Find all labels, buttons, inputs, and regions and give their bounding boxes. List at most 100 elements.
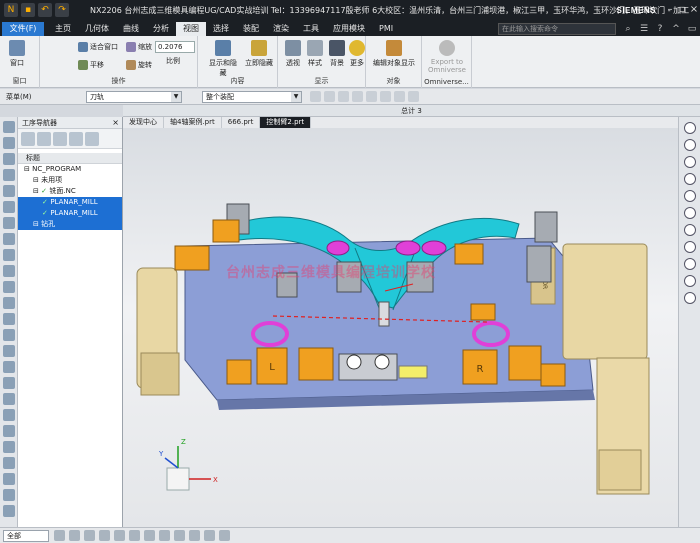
- help-icon[interactable]: ?: [654, 23, 666, 35]
- roles-icon[interactable]: [2, 185, 15, 197]
- filter-icon[interactable]: [85, 132, 99, 146]
- ribbon-tab[interactable]: 视图: [176, 22, 206, 36]
- select-feature-icon[interactable]: [54, 530, 65, 541]
- snap-point-icon[interactable]: [159, 530, 170, 541]
- more-button[interactable]: 更多: [346, 40, 368, 68]
- constraint-icon[interactable]: [2, 137, 15, 149]
- method-view-icon[interactable]: [69, 132, 83, 146]
- undo-icon[interactable]: ↶: [38, 3, 52, 17]
- camera-icon[interactable]: [683, 292, 696, 304]
- type-filter-select[interactable]: 刀轨 ▼: [86, 91, 182, 103]
- tree-row[interactable]: ✓ PLANAR_MILL: [18, 208, 122, 219]
- zoom-button[interactable]: 缩放: [126, 42, 152, 52]
- ribbon-tab[interactable]: 渲染: [266, 22, 296, 36]
- lasso-icon[interactable]: [352, 91, 363, 102]
- hand-icon[interactable]: [683, 122, 696, 134]
- ribbon-tab[interactable]: PMI: [372, 22, 400, 36]
- camera-icon[interactable]: [2, 473, 15, 485]
- save-icon[interactable]: ▪: [21, 3, 35, 17]
- window-icon[interactable]: ▭: [686, 23, 698, 35]
- select-icon[interactable]: [338, 91, 349, 102]
- add-icon[interactable]: [683, 241, 696, 253]
- history-icon[interactable]: [2, 121, 15, 133]
- minimize-icon[interactable]: –: [664, 4, 676, 16]
- command-search-input[interactable]: 在此输入搜索命令: [498, 23, 616, 35]
- library-icon[interactable]: [2, 329, 15, 341]
- pan-button[interactable]: 平移: [78, 60, 104, 70]
- wcs-icon[interactable]: [380, 91, 391, 102]
- view-icon[interactable]: [324, 91, 335, 102]
- zoom-scale-input[interactable]: 0.2076: [155, 41, 195, 53]
- ribbon-tab[interactable]: 分析: [146, 22, 176, 36]
- lock-icon[interactable]: [683, 275, 696, 287]
- measure-icon[interactable]: [204, 530, 215, 541]
- select-body-icon[interactable]: [69, 530, 80, 541]
- play-icon[interactable]: [683, 173, 696, 185]
- select-curve-icon[interactable]: [129, 530, 140, 541]
- ops-icon[interactable]: [2, 249, 15, 261]
- tool-icon[interactable]: [2, 393, 15, 405]
- graphics-viewport[interactable]: MOTOR L R: [123, 128, 678, 527]
- filter-icon[interactable]: [219, 530, 230, 541]
- edit-object-display-button[interactable]: 编辑对象显示: [370, 40, 418, 68]
- palette-icon[interactable]: [2, 441, 15, 453]
- tree-row[interactable]: ✓ PLANAR_MILL: [18, 197, 122, 208]
- ribbon-tab[interactable]: 应用模块: [326, 22, 372, 36]
- close-icon[interactable]: ×: [112, 117, 119, 129]
- tree-row[interactable]: ⊟ 钻孔: [18, 219, 122, 230]
- redo-icon[interactable]: ↷: [55, 3, 69, 17]
- fit-window-button[interactable]: 适合窗口: [78, 42, 118, 52]
- show-hide-button[interactable]: 显示和隐藏: [206, 40, 240, 78]
- rotate-button[interactable]: 旋转: [126, 60, 152, 70]
- hide-now-button[interactable]: 立即隐藏: [244, 40, 274, 68]
- settings-icon[interactable]: [408, 91, 419, 102]
- expand-icon[interactable]: ⊟: [24, 165, 32, 173]
- close-icon[interactable]: ×: [688, 4, 700, 16]
- filter-icon[interactable]: [394, 91, 405, 102]
- view-icon[interactable]: [2, 377, 15, 389]
- program-view-icon[interactable]: [21, 132, 35, 146]
- geometry-view-icon[interactable]: [53, 132, 67, 146]
- collapse-ribbon-icon[interactable]: ^: [670, 23, 682, 35]
- ribbon-tab[interactable]: 装配: [236, 22, 266, 36]
- part-icon[interactable]: [2, 233, 15, 245]
- navigator-icon[interactable]: [2, 153, 15, 165]
- tree-row[interactable]: ⊟ 未用项: [18, 175, 122, 186]
- layer-icon[interactable]: [2, 281, 15, 293]
- document-tab[interactable]: 控制臂2.prt: [260, 117, 312, 128]
- options-icon[interactable]: ☰: [638, 23, 650, 35]
- fit-view-icon[interactable]: [366, 91, 377, 102]
- ribbon-tab[interactable]: 选择: [206, 22, 236, 36]
- selection-filter-select[interactable]: 全部: [3, 530, 49, 542]
- hide-icon[interactable]: [683, 139, 696, 151]
- expand-icon[interactable]: ⊟: [33, 220, 41, 228]
- material-icon[interactable]: [2, 361, 15, 373]
- assembly-icon[interactable]: [2, 217, 15, 229]
- ribbon-tab[interactable]: 几何体: [78, 22, 116, 36]
- select-component-icon[interactable]: [114, 530, 125, 541]
- orient-icon[interactable]: [189, 530, 200, 541]
- info-icon[interactable]: [2, 505, 15, 517]
- view-orient-icon[interactable]: [683, 207, 696, 219]
- machine-icon[interactable]: [2, 265, 15, 277]
- machine-view-icon[interactable]: [37, 132, 51, 146]
- search-icon[interactable]: ⌕: [622, 23, 634, 35]
- web-icon[interactable]: [2, 201, 15, 213]
- expand-icon[interactable]: ⊟: [33, 187, 41, 195]
- perspective-button[interactable]: 透视: [282, 40, 304, 68]
- reuse-icon[interactable]: [2, 169, 15, 181]
- select-face-icon[interactable]: [84, 530, 95, 541]
- select-edge-icon[interactable]: [99, 530, 110, 541]
- menu-dropdown[interactable]: 菜单(M): [6, 92, 32, 102]
- snap-icon[interactable]: [683, 224, 696, 236]
- document-tab[interactable]: 发现中心: [123, 117, 164, 128]
- section-icon[interactable]: [683, 190, 696, 202]
- assembly-scope-select[interactable]: 整个装配 ▼: [202, 91, 302, 103]
- show-hidden-icon[interactable]: [144, 530, 155, 541]
- process-icon[interactable]: [2, 313, 15, 325]
- restore-icon[interactable]: ▫: [676, 4, 688, 16]
- tree-row[interactable]: ⊟ ✓ 铣面.NC: [18, 186, 122, 197]
- help-icon[interactable]: [683, 258, 696, 270]
- analysis-icon[interactable]: [2, 345, 15, 357]
- snap-icon[interactable]: [310, 91, 321, 102]
